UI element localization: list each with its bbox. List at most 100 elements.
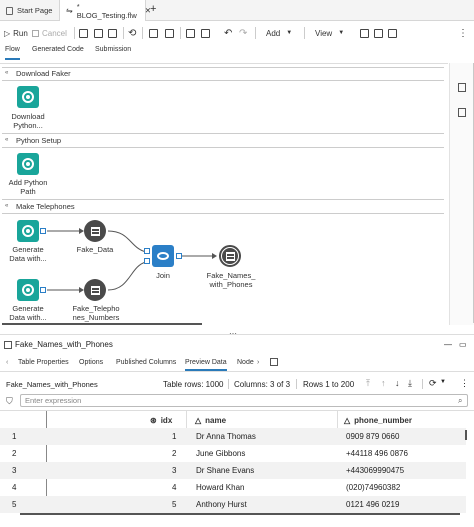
rows-range: Rows 1 to 200 xyxy=(303,380,355,389)
output-port[interactable] xyxy=(176,253,182,259)
divider xyxy=(228,379,229,389)
section-title: Download Faker xyxy=(16,69,71,78)
text-column-icon: △ xyxy=(344,415,351,425)
add-tab-icon[interactable]: + xyxy=(150,3,156,15)
grid-button[interactable] xyxy=(388,22,397,44)
tab-flow[interactable]: Flow xyxy=(5,46,20,60)
table-row[interactable]: 2 2 June Gibbons +44118 496 0876 xyxy=(0,445,466,462)
properties-button[interactable] xyxy=(108,22,117,44)
join-node[interactable] xyxy=(152,245,174,267)
add-menu-button[interactable]: Add ▼ xyxy=(266,22,292,44)
table-row[interactable]: 4 4 Howard Khan (020)74960382 xyxy=(0,479,466,496)
table-node[interactable] xyxy=(84,220,106,242)
phone-cell: (020)74960382 xyxy=(346,483,401,492)
column-header-idx[interactable]: ⊛ idx xyxy=(150,412,172,428)
tab-start-page[interactable]: Start Page xyxy=(0,0,58,21)
toolbar-divider xyxy=(180,27,181,39)
collapse-icon[interactable]: « xyxy=(5,70,8,76)
tab-submission[interactable]: Submission xyxy=(95,46,131,60)
chevron-down-icon[interactable]: ▼ xyxy=(440,379,446,385)
row-number: 3 xyxy=(12,466,17,475)
run-button[interactable]: ▷ Run xyxy=(4,22,28,44)
table-row[interactable]: 1 1 Dr Anna Thomas 0909 879 0660 xyxy=(0,428,466,445)
next-page-icon[interactable]: ↓ xyxy=(395,378,400,388)
idx-cell: 3 xyxy=(172,466,177,475)
tab-options[interactable]: Options xyxy=(79,359,103,371)
python-program-node[interactable] xyxy=(17,86,39,108)
input-port[interactable] xyxy=(144,258,150,264)
last-page-icon[interactable]: ⤓ xyxy=(408,378,412,389)
copy-button[interactable] xyxy=(186,22,195,44)
scroll-right-icon[interactable]: › xyxy=(257,359,259,366)
more-options-button[interactable]: ⋮ xyxy=(458,22,468,44)
maximize-icon[interactable]: ▭ xyxy=(459,340,467,349)
first-page-icon[interactable]: ⤒ xyxy=(366,378,370,389)
node-label: Generate Data with... xyxy=(9,304,47,322)
collapse-icon[interactable]: « xyxy=(5,137,8,143)
section-title: Python Setup xyxy=(16,136,62,145)
tab-table-properties[interactable]: Table Properties xyxy=(18,359,69,371)
undo-icon: ↶ xyxy=(224,27,233,39)
paste-icon xyxy=(201,28,210,38)
column-header-name[interactable]: △ name xyxy=(195,412,226,428)
output-table-node[interactable] xyxy=(219,245,241,267)
minimize-icon[interactable]: — xyxy=(444,340,452,349)
collapse-icon[interactable]: « xyxy=(5,203,8,209)
tab-node[interactable]: Node xyxy=(237,359,254,371)
view-menu-button[interactable]: View ▼ xyxy=(315,22,344,44)
data-icon[interactable] xyxy=(458,108,466,117)
horizontal-scrollbar[interactable] xyxy=(2,323,202,325)
python-icon xyxy=(22,284,34,296)
refresh-icon[interactable]: ⟳ xyxy=(429,378,437,389)
layout-button[interactable] xyxy=(360,22,369,44)
table-node[interactable] xyxy=(84,279,106,301)
vertical-scrollbar[interactable] xyxy=(465,430,467,440)
numeric-column-icon: ⊛ xyxy=(150,415,157,425)
python-program-node[interactable] xyxy=(17,153,39,175)
fit-button[interactable] xyxy=(374,22,383,44)
chevron-down-icon: ▼ xyxy=(286,30,293,36)
table-row[interactable]: 3 3 Dr Shane Evans +443069990475 xyxy=(0,462,466,479)
tab-preview-data[interactable]: Preview Data xyxy=(185,359,227,371)
properties-icon xyxy=(108,28,117,38)
page-icon xyxy=(6,6,13,15)
details-icon[interactable] xyxy=(458,83,466,92)
table-row[interactable]: 5 5 Anthony Hurst 0121 496 0219 xyxy=(0,496,466,513)
redo-button[interactable]: ↷ xyxy=(239,22,247,44)
output-port[interactable] xyxy=(40,287,46,293)
python-program-node[interactable] xyxy=(17,220,39,242)
row-number: 2 xyxy=(12,449,17,458)
save-button[interactable] xyxy=(79,22,88,44)
idx-cell: 4 xyxy=(172,483,177,492)
horizontal-scrollbar[interactable] xyxy=(20,513,460,515)
history-button[interactable]: ⟲ xyxy=(128,22,136,44)
calendar-button[interactable] xyxy=(149,22,158,44)
pane-title: Fake_Names_with_Phones xyxy=(15,340,113,349)
input-port[interactable] xyxy=(144,248,150,254)
column-header-phone-number[interactable]: △ phone_number xyxy=(344,412,412,428)
paste-button[interactable] xyxy=(201,22,210,44)
tab-blog-testing[interactable]: ⇋ * BLOG_Testing.flw ✕ xyxy=(59,0,151,21)
columns-count: Columns: 3 of 3 xyxy=(234,380,291,389)
python-program-node[interactable] xyxy=(17,279,39,301)
table-rows: Table rows: 1000 xyxy=(163,380,224,389)
more-vertical-icon[interactable]: ⋮ xyxy=(460,378,469,389)
grid-icon xyxy=(388,28,397,38)
search-icon[interactable]: ⌕ xyxy=(458,396,462,406)
table-icon xyxy=(90,285,100,295)
cancel-button[interactable]: Cancel xyxy=(32,22,67,44)
tab-published-columns[interactable]: Published Columns xyxy=(116,359,176,371)
scroll-left-icon[interactable]: ‹ xyxy=(6,359,8,366)
save-as-button[interactable] xyxy=(94,22,103,44)
node-label: Add Python Path xyxy=(8,178,48,196)
section-divider xyxy=(2,67,444,68)
previous-page-icon[interactable]: ↑ xyxy=(381,378,386,388)
flow-icon: ⇋ xyxy=(66,6,73,15)
undo-button[interactable]: ↶ xyxy=(224,22,232,44)
export-button[interactable] xyxy=(165,22,174,44)
output-port[interactable] xyxy=(40,228,46,234)
tab-generated-code[interactable]: Generated Code xyxy=(32,46,84,60)
tab-list-icon[interactable] xyxy=(270,358,278,366)
filter-icon[interactable]: ⛉ xyxy=(6,396,13,407)
filter-expression-input[interactable]: Enter expression xyxy=(20,394,468,407)
